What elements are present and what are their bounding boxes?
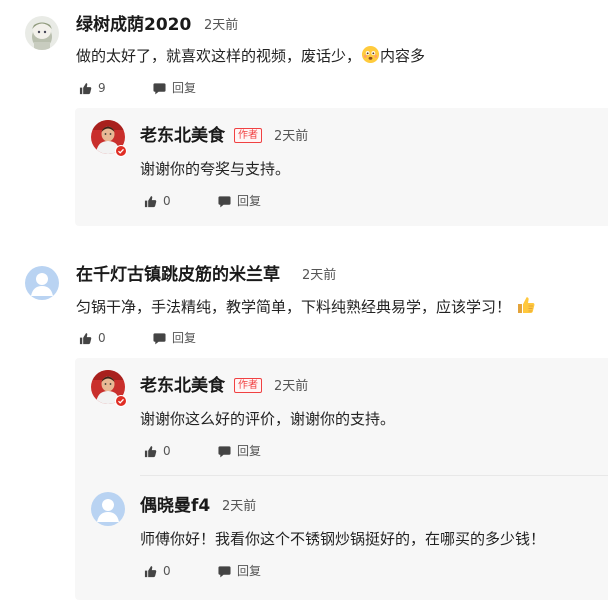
reply-divider xyxy=(140,475,608,476)
like-count: 0 xyxy=(98,331,106,345)
author-badge: 作者 xyxy=(234,378,262,393)
avatar[interactable] xyxy=(25,16,59,50)
reply-time: 2天前 xyxy=(274,129,309,144)
reply-username[interactable]: 老东北美食 xyxy=(140,375,225,397)
like-button[interactable]: 0 xyxy=(144,563,171,579)
reply-button[interactable]: 回复 xyxy=(218,443,261,459)
thumbs-up-icon xyxy=(144,445,157,457)
verified-badge-icon xyxy=(115,145,127,157)
comment-username[interactable]: 绿树成荫2020 xyxy=(76,14,191,36)
comment-bubble-icon xyxy=(218,565,231,577)
thumbs-up-icon xyxy=(144,565,157,577)
reply-text: 谢谢你的夸奖与支持。 xyxy=(140,160,291,178)
like-count: 9 xyxy=(98,81,106,95)
reply-button[interactable]: 回复 xyxy=(153,80,196,96)
like-count: 0 xyxy=(163,564,171,578)
avatar[interactable] xyxy=(91,492,125,526)
verified-badge-icon xyxy=(115,395,127,407)
comment-bubble-icon xyxy=(153,332,166,344)
like-count: 0 xyxy=(163,194,171,208)
reply-text: 谢谢你这么好的评价，谢谢你的支持。 xyxy=(140,410,396,428)
comment-time: 2天前 xyxy=(204,18,239,33)
reply-label: 回复 xyxy=(172,331,197,345)
like-button[interactable]: 0 xyxy=(79,330,106,346)
comment-text-main: 做的太好了，就喜欢这样的视频，废话少， xyxy=(76,47,362,65)
like-count: 0 xyxy=(163,444,171,458)
thumbs-up-icon xyxy=(79,332,92,344)
flushed-face-emoji xyxy=(361,45,380,64)
reply-label: 回复 xyxy=(237,564,262,578)
avatar[interactable] xyxy=(25,266,59,300)
comment-bubble-icon xyxy=(218,195,231,207)
comment-text: 匀锅干净，手法精纯，教学简单，下料纯熟经典易学，应该学习！ xyxy=(76,295,536,318)
author-badge: 作者 xyxy=(234,128,262,143)
reply-label: 回复 xyxy=(172,81,197,95)
like-button[interactable]: 0 xyxy=(144,443,171,459)
thumbs-up-icon xyxy=(79,82,92,94)
thumbs-up-icon xyxy=(144,195,157,207)
reply-label: 回复 xyxy=(237,194,262,208)
comment-bubble-icon xyxy=(153,82,166,94)
reply-time: 2天前 xyxy=(274,379,309,394)
reply-time: 2天前 xyxy=(222,499,257,514)
like-button[interactable]: 9 xyxy=(79,80,106,96)
reply-username[interactable]: 偶晓曼f4 xyxy=(140,495,210,517)
thumbs-up-emoji xyxy=(517,297,535,313)
reply-button[interactable]: 回复 xyxy=(153,330,196,346)
comment-text: 做的太好了，就喜欢这样的视频，废话少， 内容多 xyxy=(76,45,425,67)
comment-username[interactable]: 在千灯古镇跳皮筋的米兰草 xyxy=(76,264,280,286)
reply-label: 回复 xyxy=(237,444,262,458)
comment-bubble-icon xyxy=(218,445,231,457)
comment-text-main: 匀锅干净，手法精纯，教学简单，下料纯熟经典易学，应该学习！ xyxy=(76,298,512,316)
reply-button[interactable]: 回复 xyxy=(218,193,261,209)
reply-button[interactable]: 回复 xyxy=(218,563,261,579)
reply-text: 师傅你好！我看你这个不锈钢炒锅挺好的，在哪买的多少钱！ xyxy=(140,530,546,548)
comment-text-tail: 内容多 xyxy=(380,47,426,65)
like-button[interactable]: 0 xyxy=(144,193,171,209)
reply-username[interactable]: 老东北美食 xyxy=(140,125,225,147)
comment-time: 2天前 xyxy=(302,268,337,283)
